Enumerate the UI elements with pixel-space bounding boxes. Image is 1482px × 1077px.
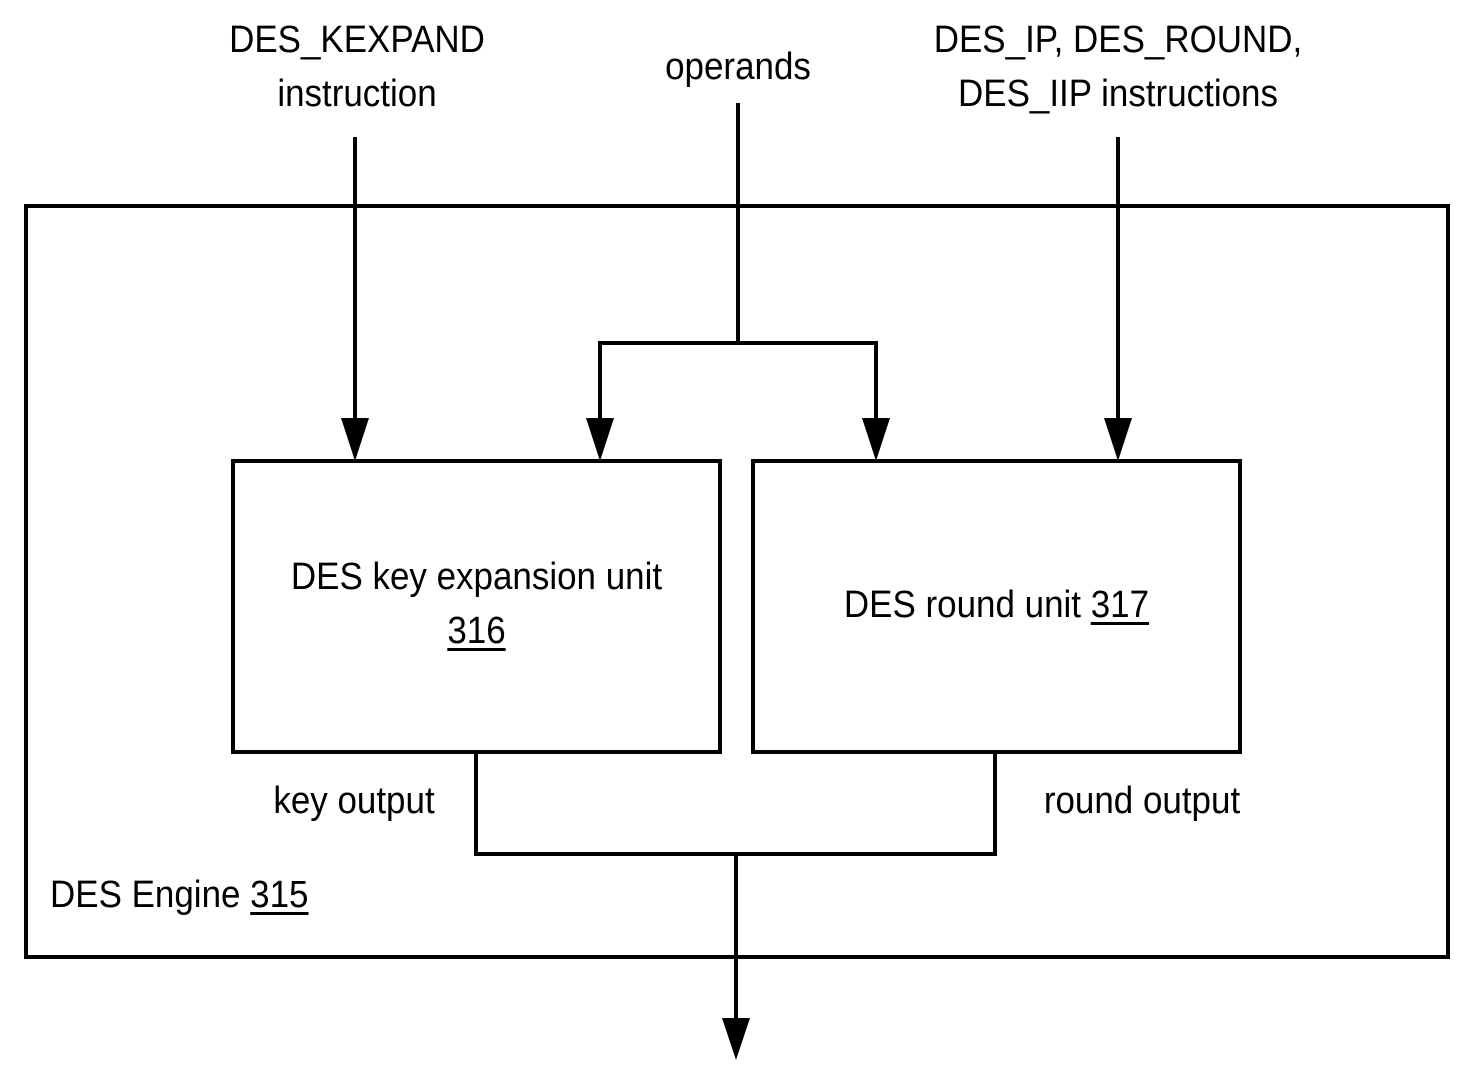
kexpand-line1: DES_KEXPAND [229,19,485,61]
round-unit-name: DES round unit [843,584,1091,626]
round-output-label: round output [1043,780,1241,822]
round-unit-ref: 317 [1090,584,1150,626]
round-instr-line2: DES_IIP instructions [958,73,1278,115]
key-output-label: key output [273,780,435,822]
key-unit-name: DES key expansion unit [290,556,663,598]
engine-ref: 315 [250,874,309,916]
des-engine-label: DES Engine 315 [50,868,326,922]
key-unit-ref: 316 [447,610,506,652]
operands-label: operands [665,46,811,88]
round-instr-line1: DES_IP, DES_ROUND, [933,19,1303,61]
engine-output-arrowhead [722,1018,750,1060]
key-expansion-unit-label: DES key expansion unit 316 [251,550,703,658]
kexpand-line2: instruction [277,73,437,115]
kexpand-instruction-label: DES_KEXPAND instruction [173,13,541,121]
round-instructions-label: DES_IP, DES_ROUND, DES_IIP instructions [888,13,1348,121]
engine-name: DES Engine [50,874,251,916]
round-unit-label: DES round unit 317 [771,578,1223,632]
